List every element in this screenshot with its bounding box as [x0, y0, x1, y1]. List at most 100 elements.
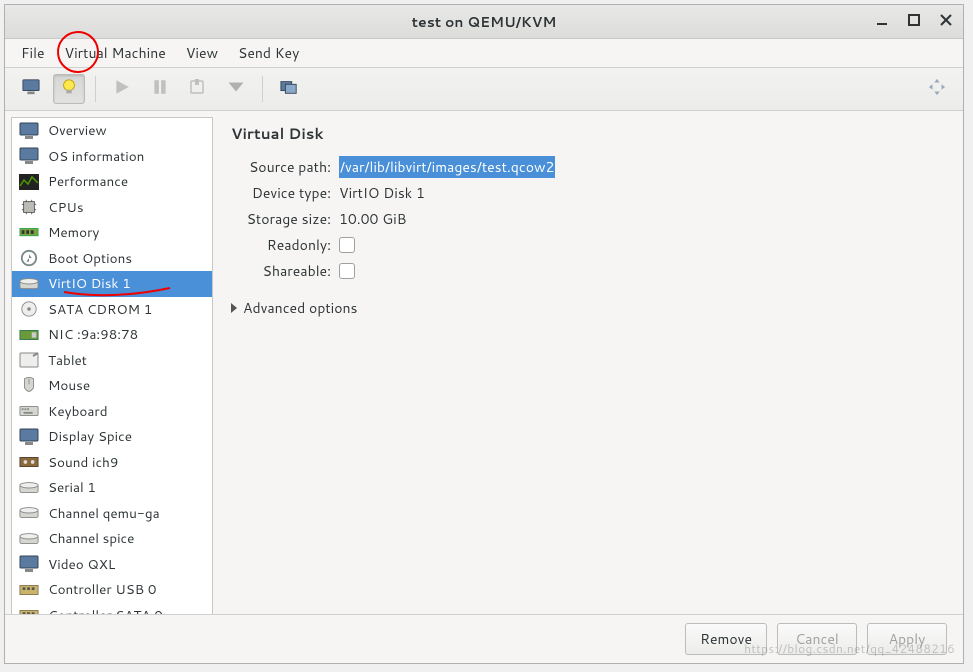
- sidebar-item-label: Channel qemu-ga: [48, 504, 160, 523]
- os-icon: [18, 145, 40, 167]
- minimize-button[interactable]: [871, 9, 893, 31]
- channel-icon: [18, 528, 40, 550]
- display-icon: [18, 426, 40, 448]
- monitor-icon: [22, 78, 40, 101]
- action-bar: Remove Cancel Apply: [5, 615, 963, 663]
- controller-icon: [18, 604, 40, 615]
- sidebar-item-label: Mouse: [48, 376, 90, 395]
- remove-button[interactable]: Remove: [685, 623, 767, 655]
- sidebar-item-label: Performance: [48, 172, 128, 191]
- menu-view[interactable]: View: [178, 39, 226, 67]
- sidebar-item-label: Sound ich9: [48, 453, 118, 472]
- sidebar-item-label: Memory: [48, 223, 99, 242]
- sidebar-item-nic-9a-98-78[interactable]: NIC :9a:98:78: [12, 322, 212, 348]
- power-icon: [189, 78, 207, 101]
- advanced-options-toggle[interactable]: Advanced options: [231, 298, 945, 318]
- sidebar-item-label: Controller USB 0: [48, 580, 156, 599]
- content-area: Overview OS information Performance CPUs Mem…: [5, 111, 963, 615]
- sidebar-item-label: Overview: [48, 121, 107, 140]
- sidebar-item-virtio-disk-1[interactable]: VirtIO Disk 1: [12, 271, 212, 297]
- vm-window: test on QEMU/KVM File Virtual Machine Vi…: [4, 4, 964, 664]
- sidebar-item-label: CPUs: [48, 198, 84, 217]
- keyboard-icon: [18, 400, 40, 422]
- monitor-icon: [18, 120, 40, 142]
- storage-size-label: Storage size:: [237, 209, 339, 229]
- sidebar-item-label: NIC :9a:98:78: [48, 325, 138, 344]
- close-button[interactable]: [935, 9, 957, 31]
- channel-icon: [18, 502, 40, 524]
- menubar: File Virtual Machine View Send Key: [5, 39, 963, 67]
- perf-icon: [18, 171, 40, 193]
- fullscreen-button[interactable]: [921, 74, 953, 104]
- console-button[interactable]: [15, 74, 47, 104]
- shareable-checkbox[interactable]: [339, 263, 355, 279]
- snapshots-button[interactable]: [273, 74, 305, 104]
- sidebar-item-serial-1[interactable]: Serial 1: [12, 475, 212, 501]
- sound-icon: [18, 451, 40, 473]
- sidebar-item-display-spice[interactable]: Display Spice: [12, 424, 212, 450]
- disk-icon: [18, 273, 40, 295]
- hardware-list[interactable]: Overview OS information Performance CPUs Mem…: [12, 118, 212, 615]
- details-heading: Virtual Disk: [231, 123, 945, 144]
- sidebar-item-video-qxl[interactable]: Video QXL: [12, 552, 212, 578]
- sidebar-item-tablet[interactable]: Tablet: [12, 348, 212, 374]
- sidebar-item-controller-sata-0[interactable]: Controller SATA 0: [12, 603, 212, 616]
- sidebar-item-sata-cdrom-1[interactable]: SATA CDROM 1: [12, 297, 212, 323]
- sidebar-item-mouse[interactable]: Mouse: [12, 373, 212, 399]
- bulb-icon: [60, 78, 78, 101]
- sidebar-item-label: OS information: [48, 147, 144, 166]
- details-panel: Virtual Disk Source path: /var/lib/libvi…: [213, 111, 963, 614]
- sidebar-item-cpus[interactable]: CPUs: [12, 195, 212, 221]
- sidebar-item-channel-spice[interactable]: Channel spice: [12, 526, 212, 552]
- pause-button[interactable]: [144, 74, 176, 104]
- sidebar-item-label: Display Spice: [48, 427, 132, 446]
- chevron-down-icon: [227, 78, 245, 101]
- source-path-label: Source path:: [237, 157, 339, 177]
- sidebar-item-controller-usb-0[interactable]: Controller USB 0: [12, 577, 212, 603]
- nic-icon: [18, 324, 40, 346]
- window-buttons: [871, 9, 957, 31]
- run-button[interactable]: [106, 74, 138, 104]
- sidebar-item-keyboard[interactable]: Keyboard: [12, 399, 212, 425]
- shutdown-menu-button[interactable]: [220, 74, 252, 104]
- sidebar-item-label: Controller SATA 0: [48, 606, 163, 615]
- menu-send-key[interactable]: Send Key: [230, 39, 307, 67]
- device-type-label: Device type:: [237, 183, 339, 203]
- cpu-icon: [18, 196, 40, 218]
- sidebar-item-os-information[interactable]: OS information: [12, 144, 212, 170]
- apply-button: Apply: [867, 623, 947, 655]
- triangle-right-icon: [231, 303, 237, 313]
- sidebar-item-boot-options[interactable]: Boot Options: [12, 246, 212, 272]
- mouse-icon: [18, 375, 40, 397]
- sidebar-item-memory[interactable]: Memory: [12, 220, 212, 246]
- toolbar-separator: [262, 76, 263, 102]
- window-title: test on QEMU/KVM: [5, 12, 963, 32]
- maximize-button[interactable]: [903, 9, 925, 31]
- menu-virtual-machine[interactable]: Virtual Machine: [57, 39, 174, 67]
- advanced-options-label: Advanced options: [243, 298, 358, 318]
- sidebar-item-label: Channel spice: [48, 529, 134, 548]
- readonly-label: Readonly:: [237, 235, 339, 255]
- boot-icon: [18, 247, 40, 269]
- sidebar-item-sound-ich9[interactable]: Sound ich9: [12, 450, 212, 476]
- shutdown-button[interactable]: [182, 74, 214, 104]
- sidebar-item-label: Tablet: [48, 351, 87, 370]
- sidebar-item-channel-qemu-ga[interactable]: Channel qemu-ga: [12, 501, 212, 527]
- readonly-checkbox[interactable]: [339, 237, 355, 253]
- menu-file[interactable]: File: [13, 39, 53, 67]
- details-button[interactable]: [53, 74, 85, 104]
- hardware-sidebar: Overview OS information Performance CPUs Mem…: [11, 117, 213, 615]
- sidebar-item-overview[interactable]: Overview: [12, 118, 212, 144]
- sidebar-item-label: Keyboard: [48, 402, 108, 421]
- cdrom-icon: [18, 298, 40, 320]
- play-icon: [113, 78, 131, 101]
- sidebar-item-performance[interactable]: Performance: [12, 169, 212, 195]
- pause-icon: [151, 78, 169, 101]
- source-path-value[interactable]: /var/lib/libvirt/images/test.qcow2: [339, 156, 555, 178]
- sidebar-item-label: SATA CDROM 1: [48, 300, 152, 319]
- sidebar-item-label: Serial 1: [48, 478, 96, 497]
- sidebar-item-label: Video QXL: [48, 555, 115, 574]
- sidebar-item-label: Boot Options: [48, 249, 132, 268]
- fullscreen-icon: [928, 78, 946, 101]
- shareable-label: Shareable:: [237, 261, 339, 281]
